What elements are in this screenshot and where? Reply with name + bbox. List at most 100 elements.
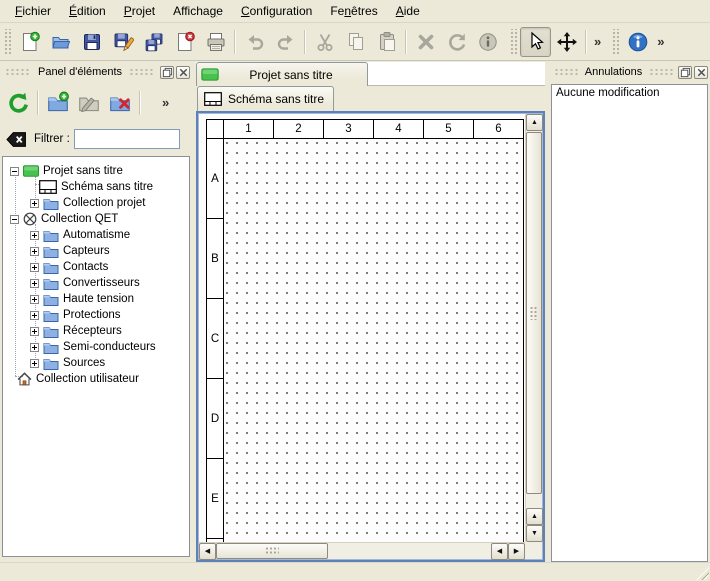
- scroll-left-button[interactable]: ◀: [199, 543, 216, 560]
- float-panel-button[interactable]: [160, 66, 174, 79]
- scroll-up-button[interactable]: ▲: [526, 114, 543, 131]
- clear-filter-button[interactable]: [6, 131, 27, 148]
- save-as-button[interactable]: [107, 27, 138, 57]
- horizontal-scrollbar-thumb[interactable]: [216, 543, 328, 559]
- vertical-scrollbar-track[interactable]: [526, 131, 542, 508]
- tree-item-collection-utilisateur[interactable]: Collection utilisateur: [3, 371, 189, 387]
- undo-history-list[interactable]: Aucune modification: [551, 84, 708, 562]
- expand-icon[interactable]: [30, 247, 39, 256]
- row-header: E: [206, 459, 224, 539]
- expand-icon[interactable]: [30, 343, 39, 352]
- menu-aide[interactable]: Aide: [387, 1, 429, 21]
- menu-affichage[interactable]: Affichage: [164, 1, 232, 21]
- filter-input[interactable]: [74, 129, 180, 149]
- dock-handle[interactable]: [129, 68, 155, 76]
- tree-item-protections[interactable]: Protections: [3, 307, 189, 323]
- expand-icon[interactable]: [30, 327, 39, 336]
- rotate-button[interactable]: [441, 27, 472, 57]
- toolbar-handle[interactable]: [3, 29, 11, 55]
- expand-icon[interactable]: [30, 199, 39, 208]
- dock-handle[interactable]: [649, 68, 673, 76]
- panel-toolbar-overflow-button[interactable]: »: [158, 90, 173, 116]
- tab-schema[interactable]: Schéma sans titre: [197, 86, 334, 111]
- menu-projet[interactable]: Projet: [115, 1, 164, 21]
- open-button[interactable]: [45, 27, 76, 57]
- column-header: 2: [274, 119, 324, 139]
- collapse-icon[interactable]: [10, 215, 19, 224]
- frame-row-headers: A B C D E: [206, 139, 224, 542]
- close-file-button[interactable]: [169, 27, 200, 57]
- expand-icon[interactable]: [30, 279, 39, 288]
- expand-icon[interactable]: [30, 263, 39, 272]
- folder-icon: [43, 341, 59, 354]
- horizontal-scrollbar[interactable]: ◀ ◀ ▶: [199, 542, 525, 559]
- save-all-button[interactable]: [138, 27, 169, 57]
- toolbar-handle[interactable]: [611, 29, 619, 55]
- filter-label: Filtrer :: [34, 133, 70, 145]
- tree-item-project[interactable]: Projet sans titre: [3, 163, 189, 179]
- reload-icon: [6, 90, 32, 116]
- vertical-scrollbar[interactable]: ▲ ▲ ▼: [525, 114, 542, 542]
- float-panel-button[interactable]: [678, 66, 692, 79]
- expand-icon[interactable]: [30, 295, 39, 304]
- print-button[interactable]: [200, 27, 231, 57]
- paste-button[interactable]: [371, 27, 402, 57]
- schema-view[interactable]: 1 2 3 4 5 6 A B C D E: [196, 111, 545, 562]
- scroll-down-button[interactable]: ▼: [526, 525, 543, 542]
- tree-item-haute-tension[interactable]: Haute tension: [3, 291, 189, 307]
- select-tool-button[interactable]: [520, 27, 551, 57]
- scroll-right-button[interactable]: ▶: [508, 543, 525, 560]
- toolbar-handle[interactable]: [509, 29, 517, 55]
- about-button[interactable]: [622, 27, 653, 57]
- tree-item-schema[interactable]: Schéma sans titre: [3, 179, 189, 195]
- horizontal-scrollbar-track[interactable]: [216, 543, 491, 559]
- tree-item-collection-qet[interactable]: Collection QET: [3, 211, 189, 227]
- reload-collections-button[interactable]: [3, 87, 34, 119]
- edit-category-button[interactable]: [73, 87, 104, 119]
- scroll-up-button[interactable]: ▲: [526, 508, 543, 525]
- tree-item-contacts[interactable]: Contacts: [3, 259, 189, 275]
- schema-viewport[interactable]: 1 2 3 4 5 6 A B C D E: [199, 114, 525, 542]
- scroll-left-button[interactable]: ◀: [491, 543, 508, 560]
- info-button[interactable]: [472, 27, 503, 57]
- tree-item-automatisme[interactable]: Automatisme: [3, 227, 189, 243]
- menu-edition[interactable]: Édition: [60, 1, 115, 21]
- tree-item-sources[interactable]: Sources: [3, 355, 189, 371]
- elements-panel-titlebar[interactable]: Panel d'éléments: [0, 62, 192, 82]
- undo-panel-titlebar[interactable]: Annulations: [549, 62, 710, 82]
- menu-fichier[interactable]: Fichier: [6, 1, 60, 21]
- undo-history-item[interactable]: Aucune modification: [552, 85, 707, 101]
- new-document-button[interactable]: [14, 27, 45, 57]
- cut-button[interactable]: [309, 27, 340, 57]
- copy-button[interactable]: [340, 27, 371, 57]
- tree-item-capteurs[interactable]: Capteurs: [3, 243, 189, 259]
- tree-item-semi-conducteurs[interactable]: Semi-conducteurs: [3, 339, 189, 355]
- tree-item-collection-projet[interactable]: Collection projet: [3, 195, 189, 211]
- tree-item-recepteurs[interactable]: Récepteurs: [3, 323, 189, 339]
- expand-icon[interactable]: [30, 231, 39, 240]
- redo-button[interactable]: [270, 27, 301, 57]
- tab-project[interactable]: Projet sans titre: [196, 62, 368, 86]
- expand-icon[interactable]: [30, 359, 39, 368]
- close-panel-button[interactable]: [176, 66, 190, 79]
- expand-icon[interactable]: [30, 311, 39, 320]
- close-panel-button[interactable]: [694, 66, 708, 79]
- menu-fenetres[interactable]: Fenêtres: [321, 1, 386, 21]
- delete-category-button[interactable]: [104, 87, 135, 119]
- toolbar-overflow-button[interactable]: »: [653, 29, 668, 55]
- move-tool-button[interactable]: [551, 27, 582, 57]
- column-header: 1: [224, 119, 274, 139]
- undo-button[interactable]: [239, 27, 270, 57]
- tree-item-convertisseurs[interactable]: Convertisseurs: [3, 275, 189, 291]
- dock-handle[interactable]: [5, 68, 31, 76]
- save-button[interactable]: [76, 27, 107, 57]
- toolbar-overflow-button[interactable]: »: [590, 29, 605, 55]
- menu-configuration[interactable]: Configuration: [232, 1, 321, 21]
- resize-grip-icon[interactable]: [696, 567, 709, 580]
- collapse-icon[interactable]: [10, 167, 19, 176]
- new-category-button[interactable]: [42, 87, 73, 119]
- toolbar-separator: [37, 91, 39, 115]
- delete-button[interactable]: [410, 27, 441, 57]
- vertical-scrollbar-thumb[interactable]: [526, 132, 542, 494]
- dock-handle[interactable]: [554, 68, 578, 76]
